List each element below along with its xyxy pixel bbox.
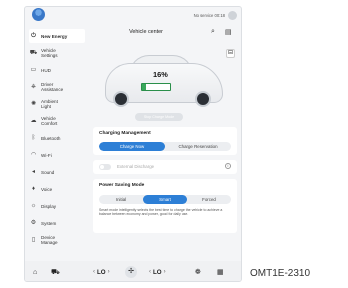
battery-percentage: 16% xyxy=(153,70,168,79)
power-saving-description: Smart mode intelligently selects the bes… xyxy=(99,208,223,217)
front-wheel-graphic xyxy=(113,91,129,107)
charging-management-card: Charging Management Charge Now Charge Re… xyxy=(93,127,237,155)
sidebar-item-label: Display xyxy=(41,203,57,209)
page-title: Vehicle center xyxy=(129,29,163,35)
left-temp-value: LO xyxy=(97,268,106,276)
right-temp-value: LO xyxy=(153,268,162,276)
wifi-icon: ◠ xyxy=(30,151,37,158)
fan-button[interactable]: ✢ xyxy=(125,261,137,281)
user-avatar[interactable] xyxy=(32,8,45,21)
notes-icon[interactable]: ▤ xyxy=(225,28,232,36)
sidebar-item-ambient-light[interactable]: ✺ Ambient Light xyxy=(29,97,85,111)
power-icon: ⏻ xyxy=(31,32,36,39)
charging-mode-selector: Charge Now Charge Reservation xyxy=(99,142,231,151)
sidebar-item-display[interactable]: ☼ Display xyxy=(29,199,85,213)
gear-icon: ⚙ xyxy=(30,219,37,226)
vehicle-illustration: ⊟ 16% Stop Charge Mode xyxy=(91,45,239,123)
chevron-right-icon[interactable]: › xyxy=(164,269,166,275)
sidebar-item-label: Voice xyxy=(41,186,53,192)
light-icon: ✺ xyxy=(30,100,37,107)
bluetooth-icon: ᛒ xyxy=(31,134,36,141)
vehicle-icon[interactable]: ⛟ xyxy=(51,261,60,281)
initial-option[interactable]: Initial xyxy=(99,195,143,204)
sound-icon: ◂ xyxy=(31,168,35,175)
external-discharge-toggle[interactable] xyxy=(99,164,111,170)
profile-icon[interactable] xyxy=(228,11,237,20)
figure-caption: OMT1E-2310 xyxy=(250,268,311,279)
sidebar-item-label: Driver Assistance xyxy=(41,82,64,92)
home-icon[interactable]: ⌂ xyxy=(33,261,37,281)
sidebar-item-label: Vehicle Settings xyxy=(41,48,58,58)
sidebar-item-label: HUD xyxy=(41,67,51,73)
comfort-icon: ☁ xyxy=(30,117,37,124)
fan-icon: ✢ xyxy=(125,266,137,278)
left-temperature[interactable]: ‹ LO › xyxy=(91,261,112,281)
sidebar-item-label: Sound xyxy=(41,169,55,175)
status-bar: No service 00:18 xyxy=(25,7,241,23)
rear-wheel-graphic xyxy=(195,91,211,107)
power-saving-card: Power Saving Mode Initial Smart Forced S… xyxy=(93,179,237,233)
hud-icon: ▭ xyxy=(30,66,37,73)
toggle-knob xyxy=(100,165,104,169)
power-saving-selector: Initial Smart Forced xyxy=(99,195,231,204)
sidebar-item-label: Wi-Fi xyxy=(41,152,52,158)
sidebar-item-new-energy[interactable]: ⏻ New Energy xyxy=(29,29,85,43)
sidebar-item-device-manage[interactable]: ▯ Device Manage xyxy=(29,233,85,247)
charging-management-title: Charging Management xyxy=(99,131,151,136)
external-discharge-row: External Discharge i xyxy=(93,160,237,174)
car-icon: ⛟ xyxy=(29,49,38,56)
smart-option[interactable]: Smart xyxy=(143,195,187,204)
panel-header: Vehicle center ⌕ ▤ xyxy=(91,23,239,45)
steering-icon: ⎈ xyxy=(31,83,36,90)
sidebar-item-vehicle-comfort[interactable]: ☁ Vehicle Comfort xyxy=(29,114,85,128)
sidebar-item-voice[interactable]: ♦ Voice xyxy=(29,182,85,196)
external-discharge-label: External Discharge xyxy=(117,164,155,169)
sidebar-item-hud[interactable]: ▭ HUD xyxy=(29,63,85,77)
charge-reservation-option[interactable]: Charge Reservation xyxy=(165,142,231,151)
stop-charge-mode-button[interactable]: Stop Charge Mode xyxy=(135,113,183,121)
battery-level-fill xyxy=(142,84,147,90)
charging-port-icon[interactable]: ⊟ xyxy=(226,49,235,58)
sidebar-item-label: System xyxy=(41,220,57,226)
sidebar-item-label: Ambient Light xyxy=(41,99,58,109)
chevron-right-icon[interactable]: › xyxy=(108,269,110,275)
sidebar-item-label: Device Manage xyxy=(41,235,58,245)
status-indicators: No service 00:18 xyxy=(194,11,237,20)
apps-icon[interactable]: ▦ xyxy=(217,261,224,281)
sidebar-item-driver-assistance[interactable]: ⎈ Driver Assistance xyxy=(29,80,85,94)
status-text: No service 00:18 xyxy=(193,13,225,18)
sidebar-item-label: Bluetooth xyxy=(41,135,61,141)
settings-sidebar: ⏻ New Energy ⛟ Vehicle Settings ▭ HUD ⎈ … xyxy=(25,23,87,259)
sidebar-item-label: New Energy xyxy=(41,33,68,39)
sidebar-item-system[interactable]: ⚙ System xyxy=(29,216,85,230)
sidebar-item-wifi[interactable]: ◠ Wi-Fi xyxy=(29,148,85,162)
climate-bar: ⌂ ⛟ ‹ LO › ✢ ‹ LO › ❁ ▦ xyxy=(25,261,241,281)
right-temperature[interactable]: ‹ LO › xyxy=(147,261,168,281)
chevron-left-icon[interactable]: ‹ xyxy=(93,269,95,275)
charge-now-option[interactable]: Charge Now xyxy=(99,142,165,151)
forced-option[interactable]: Forced xyxy=(187,195,231,204)
device-icon: ▯ xyxy=(31,236,36,243)
new-energy-panel: Vehicle center ⌕ ▤ ⊟ 16% Stop Charge Mod… xyxy=(91,23,239,259)
seat-heat-icon[interactable]: ❁ xyxy=(195,261,201,281)
chevron-left-icon[interactable]: ‹ xyxy=(149,269,151,275)
display-icon: ☼ xyxy=(30,202,37,209)
search-icon[interactable]: ⌕ xyxy=(211,28,215,36)
info-icon[interactable]: i xyxy=(225,163,231,169)
battery-indicator xyxy=(141,83,171,91)
sidebar-item-label: Vehicle Comfort xyxy=(41,116,58,126)
power-saving-title: Power Saving Mode xyxy=(99,183,145,188)
infotainment-screen: No service 00:18 ⏻ New Energy ⛟ Vehicle … xyxy=(24,6,242,282)
sidebar-item-sound[interactable]: ◂ Sound xyxy=(29,165,85,179)
sidebar-item-vehicle-settings[interactable]: ⛟ Vehicle Settings xyxy=(29,46,85,60)
mic-icon: ♦ xyxy=(31,185,36,192)
sidebar-item-bluetooth[interactable]: ᛒ Bluetooth xyxy=(29,131,85,145)
